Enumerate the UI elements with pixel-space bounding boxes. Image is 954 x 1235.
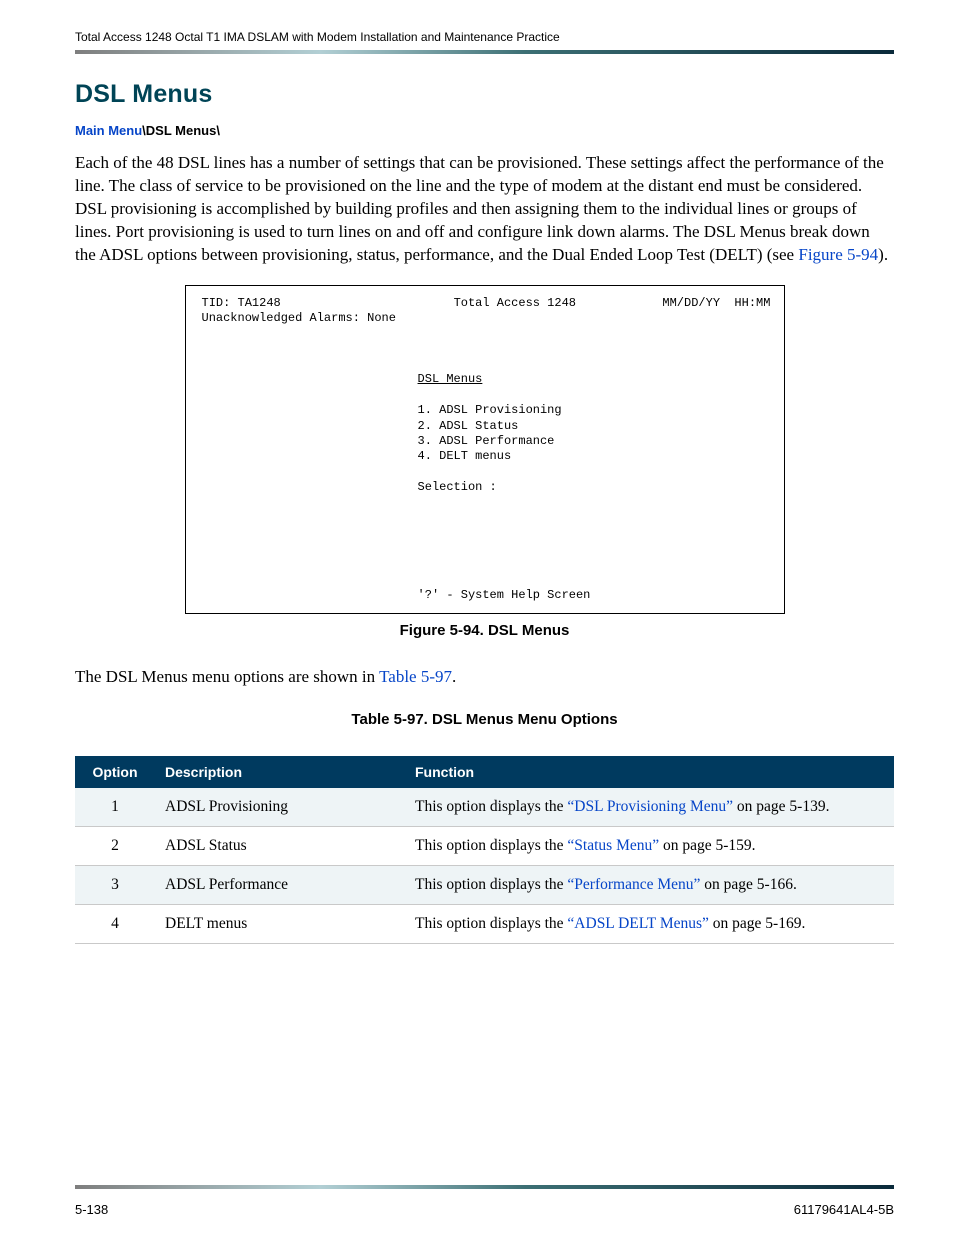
terminal-menu-item: 4. DELT menus: [418, 449, 512, 463]
terminal-menu-title: DSL Menus: [418, 372, 483, 386]
intro-paragraph: Each of the 48 DSL lines has a number of…: [75, 152, 894, 267]
figure-ref-link[interactable]: Figure 5-94: [798, 245, 878, 264]
page-footer: 5-138 61179641AL4-5B: [75, 1202, 894, 1217]
terminal-menu-item: 3. ADSL Performance: [418, 434, 555, 448]
cell-description: ADSL Provisioning: [155, 788, 405, 827]
cell-text: This option displays the: [415, 837, 567, 854]
table-header-row: Option Description Function: [75, 756, 894, 788]
cell-description: ADSL Performance: [155, 865, 405, 904]
terminal-alarms: Unacknowledged Alarms: None: [202, 311, 396, 325]
breadcrumb-link-main-menu[interactable]: Main Menu: [75, 123, 142, 138]
cell-function: This option displays the “Status Menu” o…: [405, 826, 894, 865]
cell-description: DELT menus: [155, 904, 405, 943]
page-number: 5-138: [75, 1202, 108, 1217]
terminal-help-hint: '?' - System Help Screen: [418, 588, 591, 602]
terminal-tid-value: TA1248: [238, 296, 281, 310]
breadcrumb: Main Menu\DSL Menus\: [75, 123, 894, 138]
cell-option: 3: [75, 865, 155, 904]
terminal-datetime: MM/DD/YY HH:MM: [662, 296, 770, 310]
terminal-menu-item: 1. ADSL Provisioning: [418, 403, 562, 417]
options-table: Option Description Function 1 ADSL Provi…: [75, 756, 894, 944]
table-row: 3 ADSL Performance This option displays …: [75, 865, 894, 904]
status-menu-link[interactable]: “Status Menu”: [567, 837, 659, 854]
table-ref-link[interactable]: Table 5-97: [379, 667, 452, 686]
terminal-selection-prompt: Selection :: [418, 480, 497, 494]
breadcrumb-current: DSL Menus: [146, 123, 217, 138]
terminal-tid-label: TID:: [202, 296, 231, 310]
table-header-description: Description: [155, 756, 405, 788]
paragraph-text: The DSL Menus menu options are shown in: [75, 667, 379, 686]
terminal-screen: TID: TA1248 Total Access 1248 MM/DD/YY H…: [185, 285, 785, 614]
terminal-product: Total Access 1248: [454, 296, 576, 310]
table-header-function: Function: [405, 756, 894, 788]
figure-caption: Figure 5-94. DSL Menus: [75, 622, 894, 639]
paragraph-text: .: [452, 667, 456, 686]
cell-text: on page 5-159.: [659, 837, 755, 854]
cell-text: This option displays the: [415, 876, 567, 893]
adsl-delt-menus-link[interactable]: “ADSL DELT Menus”: [567, 915, 709, 932]
terminal-menu-item: 2. ADSL Status: [418, 419, 519, 433]
cell-function: This option displays the “Performance Me…: [405, 865, 894, 904]
performance-menu-link[interactable]: “Performance Menu”: [567, 876, 700, 893]
table-row: 4 DELT menus This option displays the “A…: [75, 904, 894, 943]
cell-function: This option displays the “ADSL DELT Menu…: [405, 904, 894, 943]
cell-option: 1: [75, 788, 155, 827]
cell-text: on page 5-139.: [733, 798, 829, 815]
running-header: Total Access 1248 Octal T1 IMA DSLAM wit…: [75, 30, 894, 44]
paragraph-text: Each of the 48 DSL lines has a number of…: [75, 153, 884, 264]
dsl-provisioning-menu-link[interactable]: “DSL Provisioning Menu”: [567, 798, 733, 815]
paragraph-text: ).: [878, 245, 888, 264]
cell-text: on page 5-166.: [700, 876, 796, 893]
header-rule: [75, 50, 894, 54]
cell-text: This option displays the: [415, 798, 567, 815]
table-row: 1 ADSL Provisioning This option displays…: [75, 788, 894, 827]
breadcrumb-sep: \: [216, 123, 220, 138]
footer-rule: [75, 1185, 894, 1189]
cell-option: 4: [75, 904, 155, 943]
cell-text: This option displays the: [415, 915, 567, 932]
cell-text: on page 5-169.: [709, 915, 805, 932]
document-number: 61179641AL4-5B: [794, 1202, 894, 1217]
table-header-option: Option: [75, 756, 155, 788]
cell-description: ADSL Status: [155, 826, 405, 865]
table-caption: Table 5-97. DSL Menus Menu Options: [75, 711, 894, 728]
section-title: DSL Menus: [75, 80, 894, 109]
cell-option: 2: [75, 826, 155, 865]
table-row: 2 ADSL Status This option displays the “…: [75, 826, 894, 865]
cell-function: This option displays the “DSL Provisioni…: [405, 788, 894, 827]
table-intro-paragraph: The DSL Menus menu options are shown in …: [75, 667, 894, 687]
